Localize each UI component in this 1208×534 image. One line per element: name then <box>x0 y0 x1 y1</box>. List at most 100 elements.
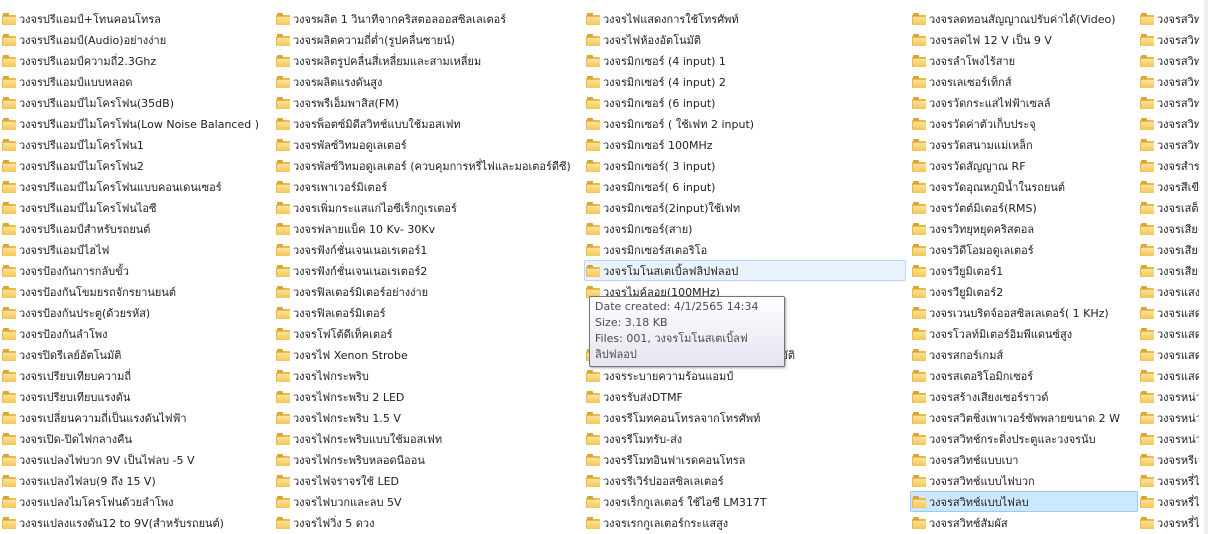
folder-item[interactable]: วงจรเปรียบเทียบความถี่ <box>0 365 270 386</box>
folder-item[interactable]: วงจรวัดอุณหภูมิน้ำในรถยนต์ <box>910 176 1138 197</box>
folder-item[interactable]: วงจรผลิตความถี่ต่ำ(รูปคลื่นซายน์) <box>274 29 580 50</box>
folder-item[interactable]: วงจรสวิทช <box>1138 92 1204 113</box>
folder-item[interactable]: วงจรหรี่ไฟ <box>1138 491 1204 512</box>
folder-item[interactable]: วงจรมิกเซอร์ (4 input) 2 <box>584 71 906 92</box>
folder-item[interactable]: วงจรหน่วง <box>1138 428 1204 449</box>
folder-item[interactable]: วงจรสวิทช์แบบไฟบวก <box>910 470 1138 491</box>
folder-item[interactable]: วงจรแปลงไมโครโฟนด้วยลำโพง <box>0 491 270 512</box>
folder-item[interactable]: วงจรป้องกันโขมยรถจักรยานยนต์ <box>0 281 270 302</box>
folder-item[interactable]: วงจรวัดกระแสไฟฟ้าเซลล์ <box>910 92 1138 113</box>
folder-item[interactable]: วงจรแสดง <box>1138 302 1204 323</box>
folder-item[interactable]: วงจรเสียง <box>1138 260 1204 281</box>
folder-item[interactable]: วงจรผลิต 1 วินาทีจากคริสตอลออสซิลเลเตอร์ <box>274 8 580 29</box>
folder-item[interactable]: วงจรปรีแอมป์ไมโครโฟน1 <box>0 134 270 155</box>
folder-item[interactable]: วงจรไฟจราจรใช้ LED <box>274 470 580 491</box>
folder-item[interactable]: วงจรปรีแอมป์ไมโครโฟนไอซี <box>0 197 270 218</box>
folder-item[interactable]: วงจรปรีแอมป์ไมโครโฟน(35dB) <box>0 92 270 113</box>
folder-item[interactable]: วงจรหรี่ไฟ <box>1138 470 1204 491</box>
folder-item[interactable]: วงจรเสต็ป <box>1138 197 1204 218</box>
folder-item[interactable]: วงจรเพาเวอร์มิเตอร์ <box>274 176 580 197</box>
folder-item[interactable]: วงจรไฟ Xenon Strobe <box>274 344 580 365</box>
folder-item[interactable]: วงจรมิกเซอร์ (4 input) 1 <box>584 50 906 71</box>
folder-item[interactable]: วงจรโวลท์มิเตอร์อิมพีแดนซ์สูง <box>910 323 1138 344</box>
folder-item[interactable]: วงจรป้องกันประตู(ด้วยรหัส) <box>0 302 270 323</box>
folder-item[interactable]: วงจรสวิทช <box>1138 8 1204 29</box>
folder-item[interactable]: วงจรเปลี่ยนความถี่เป็นแรงดันไฟฟ้า <box>0 407 270 428</box>
folder-item[interactable]: วงจรพรีเอ็มพาสิส(FM) <box>274 92 580 113</box>
folder-item[interactable]: วงจรเวนบริดจ์ออสซิลเลเตอร์( 1 KHz) <box>910 302 1138 323</box>
folder-item[interactable]: วงจรปรีแอมป์ไมโครโฟน2 <box>0 155 270 176</box>
folder-item[interactable]: วงจรมิกเซอร์( 6 input) <box>584 176 906 197</box>
folder-item[interactable]: วงจรวียูมิเตอร์2 <box>910 281 1138 302</box>
folder-item[interactable]: วงจรผลิตแรงดันสูง <box>274 71 580 92</box>
folder-item[interactable]: วงจรไฟกระพริบ <box>274 365 580 386</box>
folder-item[interactable]: วงจรปรีแอมป์(Audio)อย่างง่าย <box>0 29 270 50</box>
folder-item[interactable]: วงจรพัลซ์วิทมอดูเลเตอร์ (ควบคุมการหรี่ไฟ… <box>274 155 580 176</box>
folder-item[interactable]: วงจรพ็อตซ์มิดีสวิทช์แบบใช้มอสเฟท <box>274 113 580 134</box>
folder-item[interactable]: วงจรวิทยุหยุดคริสตอล <box>910 218 1138 239</box>
folder-item[interactable]: วงจรสำรอ <box>1138 155 1204 176</box>
folder-item[interactable]: วงจรโฟโต้ดีเท็คเตอร์ <box>274 323 580 344</box>
folder-item[interactable]: วงจรมิกเซอร์ ( ใช้เฟท 2 input) <box>584 113 906 134</box>
folder-item[interactable]: วงจรระบายความร้อนแอมป์ <box>584 365 906 386</box>
folder-item[interactable]: วงจรสวิทช <box>1138 29 1204 50</box>
folder-item[interactable]: วงจรวัดค่าตัวเก็บประจุ <box>910 113 1138 134</box>
folder-item[interactable]: วงจรโมโนสเตเบิ้ลฟลิปฟลอป <box>584 260 906 281</box>
folder-item[interactable]: วงจรปรีแอมป์ไมโครโฟน(Low Noise Balanced … <box>0 113 270 134</box>
folder-item[interactable]: วงจรปรีแอมป์ความถี่2.3Ghz <box>0 50 270 71</box>
folder-item[interactable]: วงจรสวิทช <box>1138 134 1204 155</box>
folder-item[interactable]: วงจรพัลซ์วิทมอดูเลเตอร์ <box>274 134 580 155</box>
folder-item[interactable]: วงจรแสงเ <box>1138 281 1204 302</box>
folder-item[interactable]: วงจรปรีแอมป์สำหรับรถยนต์ <box>0 218 270 239</box>
folder-item[interactable]: วงจรมิกเซอร์( 3 input) <box>584 155 906 176</box>
folder-item[interactable]: วงจรรับส่งDTMF <box>584 386 906 407</box>
folder-item[interactable]: วงจรแปลงไฟบวก 9V เป็นไฟลบ -5 V <box>0 449 270 470</box>
folder-item[interactable]: วงจรแสดง <box>1138 323 1204 344</box>
folder-item[interactable]: วงจรหน่วง <box>1138 386 1204 407</box>
folder-item[interactable]: วงจรฟิลเตอร์มิเตอร์อย่างง่าย <box>274 281 580 302</box>
folder-item[interactable]: วงจรเรกกูเลเตอร์กระแสสูง <box>584 512 906 533</box>
folder-item[interactable]: วงจรมิกเซอร์(สาย) <box>584 218 906 239</box>
folder-item[interactable]: วงจรมิกเซอร์(2input)ใช้เฟท <box>584 197 906 218</box>
folder-item[interactable]: วงจรวัดสัญญาณ RF <box>910 155 1138 176</box>
folder-item[interactable]: วงจรสเตอริโอมิกเซอร์ <box>910 365 1138 386</box>
folder-item[interactable]: วงจรฟังก์ชั่นเจนเนอเรเตอร์2 <box>274 260 580 281</box>
vertical-scrollbar[interactable] <box>1204 0 1208 534</box>
folder-item[interactable]: วงจรวิดีโอมอดูเลเตอร์ <box>910 239 1138 260</box>
folder-item[interactable]: วงจรลำโพงไร้สาย <box>910 50 1138 71</box>
folder-item[interactable]: วงจรหรีเว <box>1138 449 1204 470</box>
folder-item[interactable]: วงจรป้องกันลำโพง <box>0 323 270 344</box>
folder-item[interactable]: วงจรสวิทช์กระดิ่งประตูและวงจรนับ <box>910 428 1138 449</box>
folder-item[interactable]: วงจรเสียง <box>1138 218 1204 239</box>
folder-item[interactable]: วงจรแสดง <box>1138 365 1204 386</box>
folder-item[interactable]: วงจรไฟวิ่ง 5 ดวง <box>274 512 580 533</box>
folder-item[interactable]: วงจรสร้างเสียงเซอร์ราวด์ <box>910 386 1138 407</box>
folder-item[interactable]: วงจรรีโมทคอนโทรลจากโทรศัพท์ <box>584 407 906 428</box>
folder-item[interactable]: วงจรปรีแอมป์+โทนคอนโทรล <box>0 8 270 29</box>
folder-item[interactable]: วงจรไฟกระพริบแบบใช้มอสเฟท <box>274 428 580 449</box>
folder-item[interactable]: วงจรสวิทช์แบบเบา <box>910 449 1138 470</box>
folder-item[interactable]: วงจรวัตต์มิเตอร์(RMS) <box>910 197 1138 218</box>
folder-item[interactable]: วงจรหน่วง <box>1138 407 1204 428</box>
folder-item[interactable]: วงจรฟิลเตอร์มิเตอร์ <box>274 302 580 323</box>
folder-item[interactable]: วงจรไฟกระพริบ 2 LED <box>274 386 580 407</box>
folder-item[interactable]: วงจรไฟบวกและลบ 5V <box>274 491 580 512</box>
folder-item[interactable]: วงจรวัดสนามแม่เหล็ก <box>910 134 1138 155</box>
folder-item[interactable]: วงจรรีโมทรับ-ส่ง <box>584 428 906 449</box>
folder-item[interactable]: วงจรมิกเซอร์สเตอริโอ <box>584 239 906 260</box>
folder-item[interactable]: วงจรสกอร์เกมส์ <box>910 344 1138 365</box>
folder-item[interactable]: วงจรหรี่ไฟ <box>1138 512 1204 533</box>
folder-item[interactable]: วงจรสวิทช <box>1138 50 1204 71</box>
folder-item[interactable]: วงจรลดไฟ 12 V เป็น 9 V <box>910 29 1138 50</box>
folder-item[interactable]: วงจรมิกเซอร์ 100MHz <box>584 134 906 155</box>
folder-item[interactable]: วงจรรีโมทอินฟาเรดคอนโทรล <box>584 449 906 470</box>
folder-item[interactable]: วงจรเลเซอร์เท็กส์ <box>910 71 1138 92</box>
folder-item[interactable]: วงจรสวิตชิ่งเพาเวอร์ซัพพลายขนาด 2 W <box>910 407 1138 428</box>
folder-item[interactable]: วงจรสวิทช์แบบไฟลบ <box>910 491 1138 512</box>
folder-item[interactable]: วงจรไฟกระพริบ 1.5 V <box>274 407 580 428</box>
folder-item[interactable]: วงจรเสียง <box>1138 239 1204 260</box>
folder-item[interactable]: วงจรเปิด-ปิดไฟกลางคืน <box>0 428 270 449</box>
folder-item[interactable]: วงจรสีเขีย <box>1138 176 1204 197</box>
folder-item[interactable]: วงจรสวิทช์สัมผัส <box>910 512 1138 533</box>
folder-item[interactable]: วงจรผลิตรูปคลื่นสี่เหลี่ยมและสามเหลี่ยม <box>274 50 580 71</box>
